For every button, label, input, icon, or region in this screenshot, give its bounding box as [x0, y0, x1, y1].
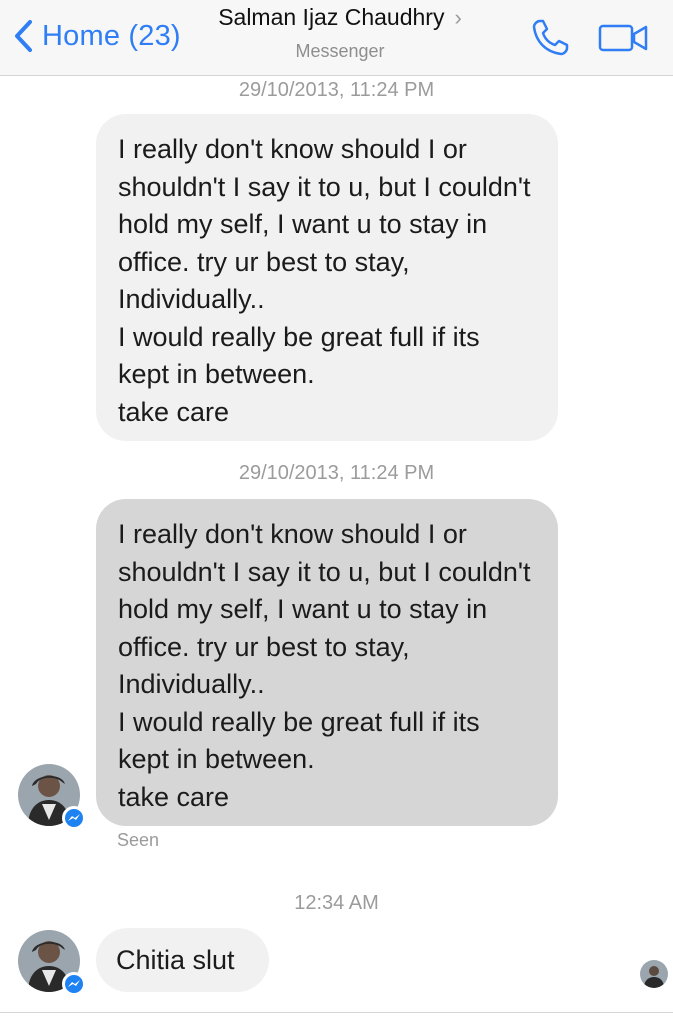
- navigation-bar: Home (23) Salman Ijaz Chaudhry › Messeng…: [0, 0, 673, 76]
- messenger-badge-icon: [62, 972, 86, 996]
- contact-name: Salman Ijaz Chaudhry: [218, 4, 445, 30]
- messenger-badge-icon: [62, 806, 86, 830]
- divider: [0, 1012, 673, 1013]
- timestamp: 12:34 AM: [294, 892, 379, 914]
- message-text: Chitia slut: [116, 945, 235, 975]
- timestamp: 29/10/2013, 11:24 PM: [238, 462, 435, 484]
- conversation-title[interactable]: Salman Ijaz Chaudhry › Messenger: [190, 4, 490, 62]
- call-button[interactable]: [528, 16, 572, 60]
- message-bubble[interactable]: Chitia slut: [96, 928, 269, 992]
- back-label: Home (23): [42, 19, 181, 52]
- video-call-button[interactable]: [598, 22, 650, 54]
- read-receipt-avatar: [640, 960, 668, 988]
- back-button[interactable]: Home (23): [12, 14, 181, 58]
- message-bubble-selected[interactable]: I really don't know should I or shouldn'…: [96, 499, 558, 826]
- chevron-left-icon: [15, 20, 32, 52]
- seen-status: Seen: [117, 830, 160, 850]
- subtitle: Messenger: [295, 41, 385, 61]
- message-text: I really don't know should I or shouldn'…: [118, 134, 531, 427]
- chevron-right-icon: ›: [454, 4, 462, 30]
- message-text: I really don't know should I or shouldn'…: [118, 519, 531, 812]
- phone-icon: [532, 19, 569, 56]
- video-camera-icon: [598, 24, 648, 52]
- timestamp: 29/10/2013, 11:24 PM: [238, 79, 435, 101]
- message-bubble[interactable]: I really don't know should I or shouldn'…: [96, 114, 558, 441]
